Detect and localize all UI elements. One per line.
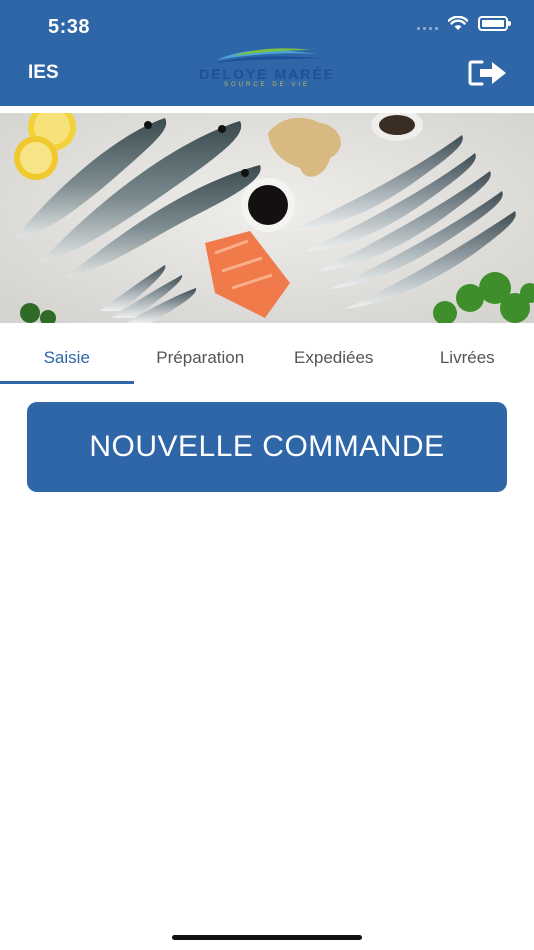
brand-logo: DELOYE MARÉE SOURCE DE VIE <box>192 44 342 94</box>
app-header: 5:38 IES DELOYE MARÉE SOURCE DE VIE <box>0 0 534 106</box>
logo-name: DELOYE MARÉE <box>198 66 335 82</box>
tab-livrees[interactable]: Livrées <box>401 336 534 384</box>
hero-fish-image <box>0 113 534 323</box>
new-order-button[interactable]: NOUVELLE COMMANDE <box>27 402 507 492</box>
wave-logo-icon <box>212 48 322 64</box>
battery-icon <box>478 16 511 31</box>
cellular-signal-icon <box>417 18 438 30</box>
tab-preparation[interactable]: Préparation <box>134 336 268 384</box>
tab-saisie[interactable]: Saisie <box>0 336 134 384</box>
status-icons <box>417 16 511 31</box>
user-code: IES <box>28 62 59 83</box>
wifi-icon <box>448 16 468 30</box>
status-time: 5:38 <box>48 16 91 38</box>
order-status-tabs: Saisie Préparation Expediées Livrées <box>0 336 534 384</box>
home-indicator[interactable] <box>172 935 362 940</box>
tab-expediees[interactable]: Expediées <box>267 336 401 384</box>
logout-icon[interactable] <box>468 58 508 88</box>
logo-tagline: SOURCE DE VIE <box>223 82 310 88</box>
